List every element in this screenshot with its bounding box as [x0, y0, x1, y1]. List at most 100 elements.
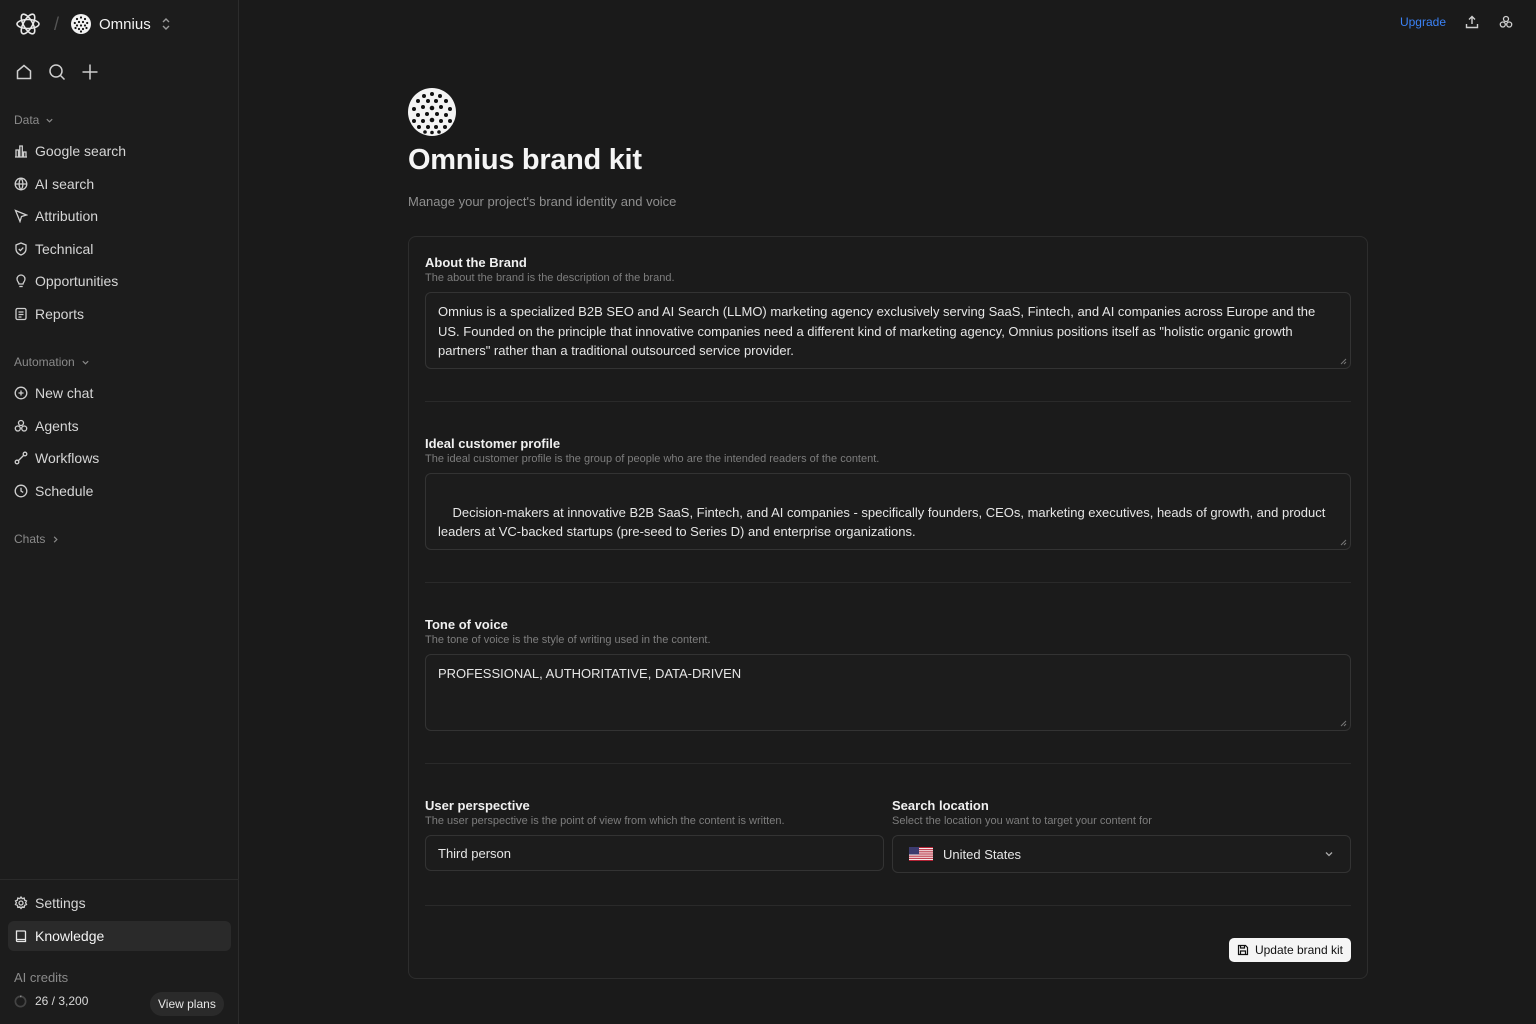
location-value: United States: [943, 846, 1022, 862]
section-data-toggle[interactable]: Data: [14, 113, 54, 127]
sidebar-item-agents[interactable]: Agents: [8, 411, 231, 441]
app-logo-icon[interactable]: [14, 10, 42, 38]
sidebar-item-schedule[interactable]: Schedule: [8, 476, 231, 506]
perspective-help: The user perspective is the point of vie…: [425, 815, 785, 827]
sidebar-item-technical[interactable]: Technical: [8, 234, 231, 264]
resize-handle-icon[interactable]: [1339, 357, 1347, 365]
tone-textarea[interactable]: PROFESSIONAL, AUTHORITATIVE, DATA-DRIVEN: [425, 654, 1351, 731]
perspective-input[interactable]: Third person: [425, 835, 884, 871]
share-upload-icon[interactable]: [1464, 14, 1480, 30]
section-divider: [425, 582, 1351, 583]
project-avatar[interactable]: [71, 14, 92, 34]
section-divider: [425, 401, 1351, 402]
chevron-up-down-icon[interactable]: [161, 17, 171, 31]
sidebar-item-ai-search[interactable]: AI search: [8, 169, 231, 199]
sidebar: / Omnius Data Google search AI search At…: [0, 0, 239, 1024]
page-title: Omnius brand kit: [408, 144, 642, 176]
bar-chart-icon: [14, 144, 28, 158]
tone-label: Tone of voice: [425, 617, 508, 632]
globe-icon: [14, 177, 28, 191]
chevron-down-icon: [46, 118, 53, 123]
sidebar-item-label: AI search: [35, 176, 95, 192]
agents-icon[interactable]: [1498, 14, 1514, 30]
about-brand-textarea[interactable]: Omnius is a specialized B2B SEO and AI S…: [425, 292, 1351, 369]
gear-icon: [14, 896, 28, 910]
chevron-down-icon: [82, 360, 89, 365]
perspective-label: User perspective: [425, 798, 530, 813]
sidebar-item-label: Settings: [35, 895, 86, 911]
resize-handle-icon[interactable]: [1339, 719, 1347, 727]
sidebar-item-label: Workflows: [35, 450, 100, 466]
update-brand-kit-button[interactable]: Update brand kit: [1228, 938, 1351, 962]
sidebar-item-opportunities[interactable]: Opportunities: [8, 266, 231, 296]
section-data-label: Data: [14, 113, 40, 127]
location-label: Search location: [892, 798, 989, 813]
quick-actions: [14, 60, 100, 84]
brand-avatar: [408, 88, 456, 136]
resize-handle-icon[interactable]: [1339, 538, 1347, 546]
clock-icon: [14, 484, 28, 498]
credits-value: 26 / 3,200: [35, 994, 89, 1008]
section-divider: [425, 905, 1351, 906]
icp-value: Decision-makers at innovative B2B SaaS, …: [438, 504, 1326, 540]
section-chats-label: Chats: [14, 532, 46, 546]
shield-check-icon: [14, 242, 28, 256]
section-automation-label: Automation: [14, 355, 75, 369]
sidebar-item-reports[interactable]: Reports: [8, 299, 231, 329]
sidebar-item-label: Technical: [35, 241, 94, 257]
perspective-value: Third person: [438, 845, 511, 861]
upgrade-link[interactable]: Upgrade: [1400, 15, 1446, 29]
workspace-switcher: / Omnius: [14, 10, 171, 38]
location-help: Select the location you want to target y…: [892, 815, 1152, 827]
icp-label: Ideal customer profile: [425, 436, 561, 451]
sidebar-item-label: Google search: [35, 143, 127, 159]
tone-value: PROFESSIONAL, AUTHORITATIVE, DATA-DRIVEN: [438, 666, 742, 681]
sidebar-item-google-search[interactable]: Google search: [8, 136, 231, 166]
sidebar-item-label: Reports: [35, 306, 85, 322]
location-select[interactable]: United States: [892, 835, 1351, 873]
sidebar-item-label: Schedule: [35, 483, 94, 499]
sidebar-divider: [0, 879, 239, 880]
chevron-down-icon: [1325, 852, 1333, 857]
chat-plus-icon: [14, 386, 28, 400]
brand-kit-form: About the Brand The about the brand is t…: [408, 236, 1368, 979]
sidebar-item-attribution[interactable]: Attribution: [8, 201, 231, 231]
sidebar-item-new-chat[interactable]: New chat: [8, 378, 231, 408]
sidebar-item-settings[interactable]: Settings: [8, 888, 231, 918]
section-automation-toggle[interactable]: Automation: [14, 355, 90, 369]
lightbulb-icon: [14, 274, 28, 288]
sidebar-item-workflows[interactable]: Workflows: [8, 443, 231, 473]
credits-usage: 26 / 3,200: [14, 994, 88, 1008]
plus-icon[interactable]: [80, 60, 100, 84]
us-flag-icon: [909, 847, 933, 861]
agents-icon: [14, 419, 28, 433]
home-icon[interactable]: [14, 60, 34, 84]
workflow-icon: [14, 451, 28, 465]
chevron-right-icon: [54, 535, 59, 543]
credits-label: AI credits: [14, 970, 69, 985]
sidebar-item-label: Knowledge: [35, 928, 105, 944]
icp-textarea[interactable]: Decision-makers at innovative B2B SaaS, …: [425, 473, 1351, 550]
about-brand-value: Omnius is a specialized B2B SEO and AI S…: [438, 304, 1316, 358]
sidebar-item-label: Attribution: [35, 208, 99, 224]
breadcrumb-separator: /: [54, 13, 60, 34]
about-brand-label: About the Brand: [425, 255, 527, 270]
file-text-icon: [14, 307, 28, 321]
icp-help: The ideal customer profile is the group …: [425, 453, 880, 465]
sidebar-item-knowledge[interactable]: Knowledge: [8, 921, 231, 951]
update-brand-kit-label: Update brand kit: [1254, 943, 1343, 957]
progress-ring-icon: [14, 995, 27, 1008]
sidebar-item-label: New chat: [35, 385, 94, 401]
save-icon: [1237, 944, 1249, 956]
section-chats-toggle[interactable]: Chats: [14, 532, 60, 546]
sidebar-item-label: Agents: [35, 418, 79, 434]
project-name[interactable]: Omnius: [99, 16, 151, 33]
cursor-icon: [14, 209, 28, 223]
search-icon[interactable]: [47, 60, 67, 84]
about-brand-help: The about the brand is the description o…: [425, 272, 675, 284]
section-divider: [425, 763, 1351, 764]
view-plans-button[interactable]: View plans: [150, 992, 224, 1016]
header-actions: Upgrade: [1400, 14, 1514, 30]
page-subtitle: Manage your project's brand identity and…: [408, 194, 677, 209]
tone-help: The tone of voice is the style of writin…: [425, 634, 711, 646]
